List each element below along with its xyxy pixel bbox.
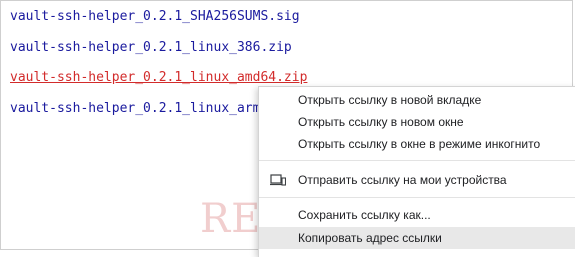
- menu-separator: [259, 160, 575, 161]
- menu-open-incognito[interactable]: Открыть ссылку в окне в режиме инкогнито: [259, 133, 575, 155]
- menu-send-to-devices[interactable]: Отправить ссылку на мои устройства: [259, 169, 575, 191]
- devices-icon: [270, 174, 286, 186]
- context-menu: Открыть ссылку в новой вкладке Открыть с…: [258, 86, 575, 257]
- file-link-linux-amd64[interactable]: vault-ssh-helper_0.2.1_linux_amd64.zip: [10, 70, 307, 86]
- menu-send-to-devices-label: Отправить ссылку на мои устройства: [298, 173, 507, 187]
- menu-open-new-tab[interactable]: Открыть ссылку в новой вкладке: [259, 89, 575, 111]
- file-link-sha256sums-sig[interactable]: vault-ssh-helper_0.2.1_SHA256SUMS.sig: [10, 9, 307, 25]
- menu-save-link-as[interactable]: Сохранить ссылку как...: [259, 204, 575, 226]
- file-link-linux-386[interactable]: vault-ssh-helper_0.2.1_linux_386.zip: [10, 40, 307, 56]
- menu-open-new-window[interactable]: Открыть ссылку в новом окне: [259, 111, 575, 133]
- menu-copy-link-address[interactable]: Копировать адрес ссылки: [259, 227, 575, 249]
- menu-separator: [259, 197, 575, 198]
